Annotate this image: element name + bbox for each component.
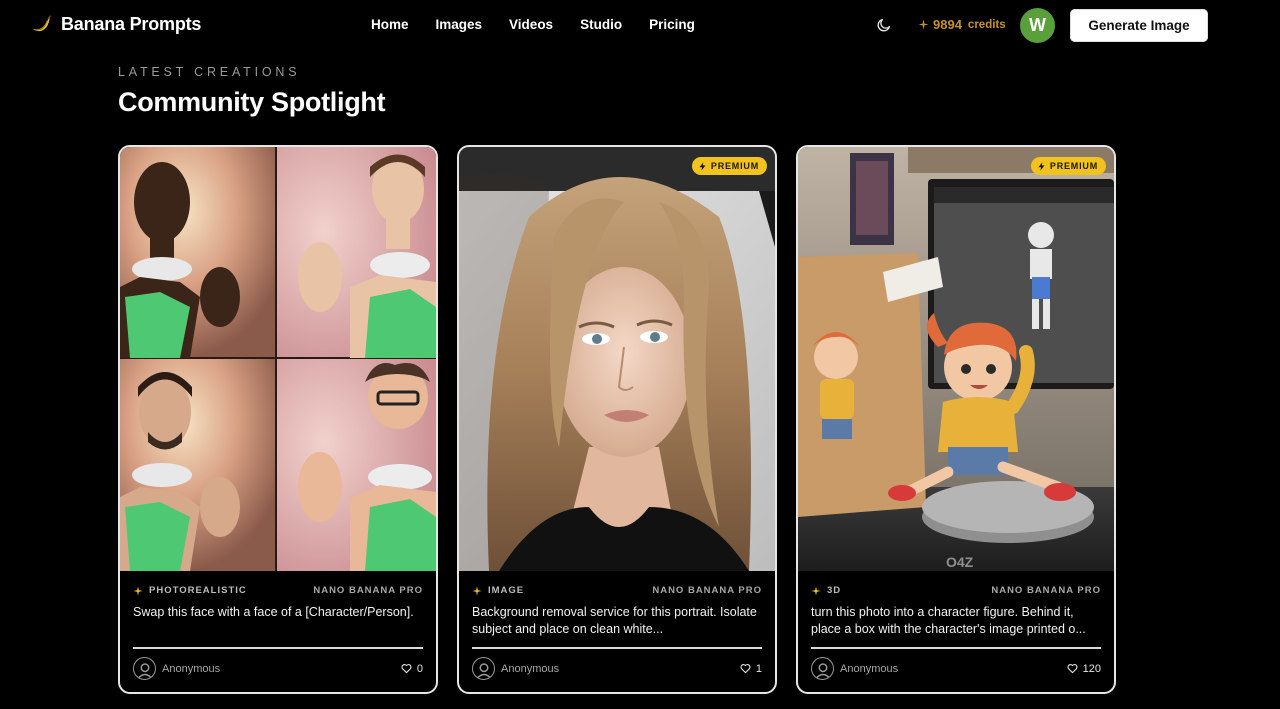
like-button[interactable]: 1 [740,663,762,675]
category-label: IMAGE [488,585,525,596]
blonde-portrait-image [459,147,775,571]
creation-card[interactable]: O4Z PREMIUM 3D NANO BANANA PRO turn this… [796,145,1116,694]
user-avatar-icon [133,657,156,680]
category-tag: PHOTOREALISTIC [133,585,247,596]
premium-label: PREMIUM [1049,161,1098,171]
model-label: NANO BANANA PRO [313,585,423,596]
category-tag: 3D [811,585,841,596]
prompt-text[interactable]: Background removal service for this port… [472,604,762,638]
card-image-face-swap[interactable] [120,147,436,571]
creation-card[interactable]: PHOTOREALISTIC NANO BANANA PRO Swap this… [118,145,438,694]
author-name: Anonymous [162,662,221,675]
prompt-text[interactable]: turn this photo into a character figure.… [811,604,1101,638]
brand-logo-link[interactable]: Banana Prompts [30,13,201,35]
author-name: Anonymous [501,662,560,675]
nav-images[interactable]: Images [436,17,483,32]
brand-name: Banana Prompts [61,13,202,34]
author-name: Anonymous [840,662,899,675]
like-button[interactable]: 120 [1067,663,1101,675]
banana-icon [32,15,51,32]
premium-badge: PREMIUM [691,157,767,175]
card-divider [133,647,423,649]
sparkle-icon [918,19,929,30]
model-label: NANO BANANA PRO [652,585,762,596]
heart-icon [740,664,751,674]
model-label: NANO BANANA PRO [991,585,1101,596]
heart-icon [1067,664,1078,674]
section-eyebrow: LATEST CREATIONS [118,65,301,79]
top-navbar: Banana Prompts Home Images Videos Studio… [0,0,1280,50]
category-label: PHOTOREALISTIC [149,585,247,596]
user-avatar-icon [472,657,495,680]
svg-text:O4Z: O4Z [946,554,974,570]
credits-value: 9894 [933,17,962,32]
nav-videos[interactable]: Videos [509,17,553,32]
premium-badge: PREMIUM [1030,157,1106,175]
card-meta-row: PHOTOREALISTIC NANO BANANA PRO [133,585,423,596]
card-footer: Anonymous 1 [472,657,762,680]
premium-label: PREMIUM [710,161,759,171]
like-count: 120 [1082,662,1101,675]
heart-icon [401,664,412,674]
creation-card[interactable]: PREMIUM IMAGE NANO BANANA PRO Background… [457,145,777,694]
sparkle-icon [133,585,143,596]
card-divider [472,647,762,649]
author[interactable]: Anonymous [133,657,220,680]
moon-icon[interactable] [876,17,892,33]
card-meta-row: IMAGE NANO BANANA PRO [472,585,762,596]
main-nav: Home Images Videos Studio Pricing [371,17,695,32]
like-count: 0 [416,662,423,675]
author[interactable]: Anonymous [472,657,559,680]
card-image-figure[interactable]: O4Z PREMIUM [798,147,1114,571]
user-avatar-icon [811,657,834,680]
section-title: Community Spotlight [118,87,386,117]
card-divider [811,647,1101,649]
user-avatar[interactable]: W [1020,8,1055,43]
credits-label: credits [967,18,1006,31]
nav-studio[interactable]: Studio [580,17,622,32]
card-image-portrait[interactable]: PREMIUM [459,147,775,571]
sparkle-icon [811,585,821,596]
category-tag: IMAGE [472,585,524,596]
credits-display[interactable]: 9894 credits [918,17,1006,32]
nav-pricing[interactable]: Pricing [649,17,695,32]
nav-home[interactable]: Home [371,17,409,32]
lightning-icon [1038,161,1045,171]
sparkle-icon [472,585,482,596]
lightning-icon [699,161,706,171]
like-count: 1 [755,662,762,675]
card-footer: Anonymous 120 [811,657,1101,680]
like-button[interactable]: 0 [401,663,423,675]
category-label: 3D [827,585,842,596]
card-meta-row: 3D NANO BANANA PRO [811,585,1101,596]
face-swap-collage-image [120,147,436,571]
generate-image-button[interactable]: Generate Image [1070,9,1208,42]
author[interactable]: Anonymous [811,657,898,680]
prompt-text[interactable]: Swap this face with a face of a [Charact… [133,604,423,638]
card-footer: Anonymous 0 [133,657,423,680]
anime-figure-image: O4Z [798,147,1114,571]
